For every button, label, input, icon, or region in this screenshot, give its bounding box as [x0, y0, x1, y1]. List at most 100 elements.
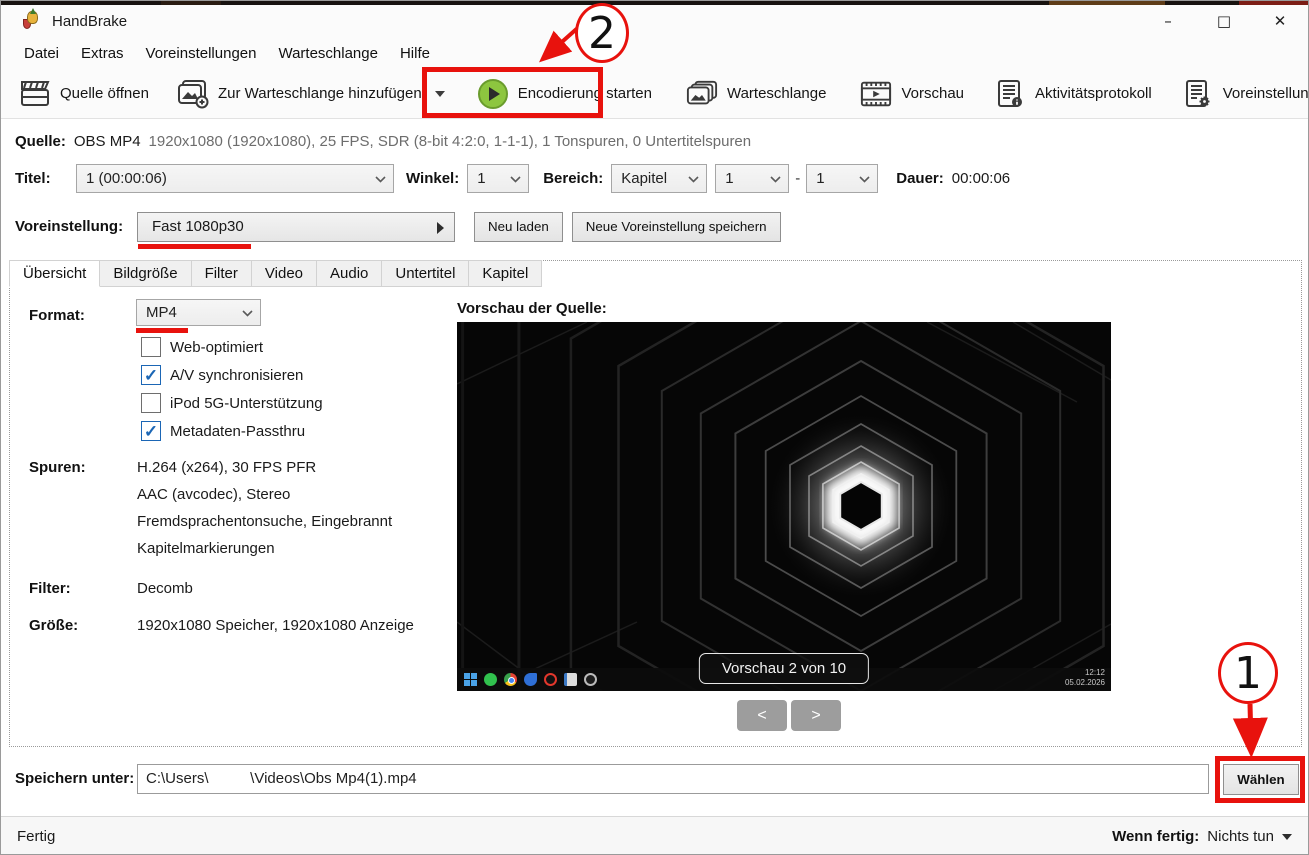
format-select[interactable]: MP4 — [136, 299, 261, 326]
save-new-preset-button[interactable]: Neue Voreinstellung speichern — [572, 212, 781, 242]
close-button[interactable]: ✕ — [1252, 5, 1308, 37]
menu-datei[interactable]: Datei — [13, 41, 70, 66]
angle-select[interactable]: 1 — [467, 164, 529, 193]
title-bar: HandBrake – □ ✕ — [1, 5, 1308, 37]
add-to-queue-button[interactable]: Zur Warteschlange hinzufügen — [167, 72, 455, 116]
ipod-support-checkbox[interactable] — [141, 393, 161, 413]
metadata-passthru-checkbox[interactable] — [141, 421, 161, 441]
edge-icon — [524, 673, 537, 686]
tab-strip: Übersicht Bildgröße Filter Video Audio U… — [9, 260, 542, 287]
photo-stack-icon — [686, 78, 718, 110]
source-label: Quelle: — [15, 133, 66, 150]
windows-icon — [464, 673, 477, 686]
av-sync-checkbox[interactable] — [141, 365, 161, 385]
open-source-label: Quelle öffnen — [60, 85, 149, 102]
chevron-down-icon — [242, 310, 253, 317]
source-name: OBS MP4 — [74, 133, 141, 150]
chevron-down-icon — [688, 176, 699, 183]
save-as-label: Speichern unter: — [15, 770, 137, 787]
size-label: Größe: — [29, 617, 78, 634]
when-done-control[interactable]: Wenn fertig: Nichts tun — [1112, 828, 1292, 845]
destination-path-input[interactable] — [137, 764, 1209, 794]
log-document-icon — [994, 78, 1026, 110]
clock-icon — [584, 673, 597, 686]
preview-taskbar-clock: 12:12 05.02.2026 — [1065, 668, 1105, 688]
tab-filter[interactable]: Filter — [192, 260, 252, 287]
annotation-underline-preset — [138, 244, 251, 249]
open-source-button[interactable]: Quelle öffnen — [9, 72, 159, 116]
web-optimized-row: Web-optimiert — [141, 337, 263, 357]
ipod-support-label: iPod 5G-Unterstützung — [170, 395, 323, 412]
menu-warteschlange[interactable]: Warteschlange — [267, 41, 389, 66]
menu-hilfe[interactable]: Hilfe — [389, 41, 441, 66]
web-optimized-label: Web-optimiert — [170, 339, 263, 356]
window-controls: – □ ✕ — [1140, 5, 1308, 37]
tab-kapitel[interactable]: Kapitel — [469, 260, 542, 287]
maximize-button[interactable]: □ — [1196, 5, 1252, 37]
source-preview-image: 12:12 05.02.2026 Vorschau 2 von 10 — [457, 322, 1111, 691]
filter-value: Decomb — [137, 580, 193, 597]
filter-label: Filter: — [29, 580, 71, 597]
chevron-down-icon — [510, 176, 521, 183]
activity-log-button[interactable]: Aktivitätsprotokoll — [984, 72, 1162, 116]
minimize-button[interactable]: – — [1140, 5, 1196, 37]
next-preview-button[interactable]: > — [791, 700, 841, 731]
size-value: 1920x1080 Speicher, 1920x1080 Anzeige — [137, 617, 414, 634]
preview-nav: < > — [737, 700, 841, 731]
range-from-select[interactable]: 1 — [715, 164, 789, 193]
presets-button[interactable]: Voreinstellungen — [1172, 72, 1309, 116]
when-done-label: Wenn fertig: — [1112, 828, 1199, 845]
save-row: Speichern unter: — [15, 763, 1305, 794]
metadata-passthru-label: Metadaten-Passthru — [170, 423, 305, 440]
preset-dropdown[interactable]: Fast 1080p30 — [137, 212, 455, 242]
activity-log-label: Aktivitätsprotokoll — [1035, 85, 1152, 102]
clock-time: 12:12 — [1065, 668, 1105, 678]
chevron-down-icon — [770, 176, 781, 183]
range-type-value: Kapitel — [621, 170, 667, 187]
format-value: MP4 — [146, 304, 177, 321]
preset-label: Voreinstellung: — [15, 218, 137, 235]
angle-label: Winkel: — [406, 170, 459, 187]
duration-value: 00:00:06 — [952, 170, 1010, 187]
track-line: AAC (avcodec), Stereo — [137, 486, 290, 503]
reload-preset-button[interactable]: Neu laden — [474, 212, 563, 242]
preview-heading: Vorschau der Quelle: — [457, 300, 607, 317]
annotation-underline-format — [136, 328, 188, 333]
tab-audio[interactable]: Audio — [317, 260, 382, 287]
preset-value: Fast 1080p30 — [152, 218, 244, 235]
clapperboard-icon — [19, 78, 51, 110]
toolbar: Quelle öffnen Zur Warteschlange hinzufüg… — [1, 69, 1308, 119]
preview-counter-badge: Vorschau 2 von 10 — [699, 653, 869, 684]
range-type-select[interactable]: Kapitel — [611, 164, 707, 193]
source-row: Quelle: OBS MP4 1920x1080 (1920x1080), 2… — [15, 133, 751, 150]
previous-preview-button[interactable]: < — [737, 700, 787, 731]
queue-button[interactable]: Warteschlange — [676, 72, 837, 116]
preview-button[interactable]: Vorschau — [850, 72, 974, 116]
menu-bar: Datei Extras Voreinstellungen Warteschla… — [1, 37, 1308, 69]
title-select[interactable]: 1 (00:00:06) — [76, 164, 394, 193]
tab-untertitel[interactable]: Untertitel — [382, 260, 469, 287]
range-to-value: 1 — [816, 170, 824, 187]
ipod-support-row: iPod 5G-Unterstützung — [141, 393, 323, 413]
whatsapp-icon — [484, 673, 497, 686]
tab-bildgroesse[interactable]: Bildgröße — [100, 260, 191, 287]
handbrake-app-icon — [23, 11, 43, 31]
image-add-icon — [177, 78, 209, 110]
menu-extras[interactable]: Extras — [70, 41, 135, 66]
format-label: Format: — [29, 307, 85, 324]
tab-uebersicht[interactable]: Übersicht — [9, 260, 100, 287]
handbrake-window: HandBrake – □ ✕ Datei Extras Voreinstell… — [0, 0, 1309, 855]
chevron-down-icon — [375, 176, 386, 183]
range-from-value: 1 — [725, 170, 733, 187]
chevron-down-icon — [859, 176, 870, 183]
status-bar: Fertig Wenn fertig: Nichts tun — [1, 816, 1308, 855]
track-line: Fremdsprachentonsuche, Eingebrannt — [137, 513, 392, 530]
web-optimized-checkbox[interactable] — [141, 337, 161, 357]
range-separator: - — [795, 170, 800, 187]
tab-video[interactable]: Video — [252, 260, 317, 287]
annotation-number-2: 2 — [588, 8, 616, 59]
menu-voreinstellungen[interactable]: Voreinstellungen — [135, 41, 268, 66]
browse-button[interactable]: Wählen — [1223, 764, 1299, 795]
clock-date: 05.02.2026 — [1065, 678, 1105, 688]
range-to-select[interactable]: 1 — [806, 164, 878, 193]
